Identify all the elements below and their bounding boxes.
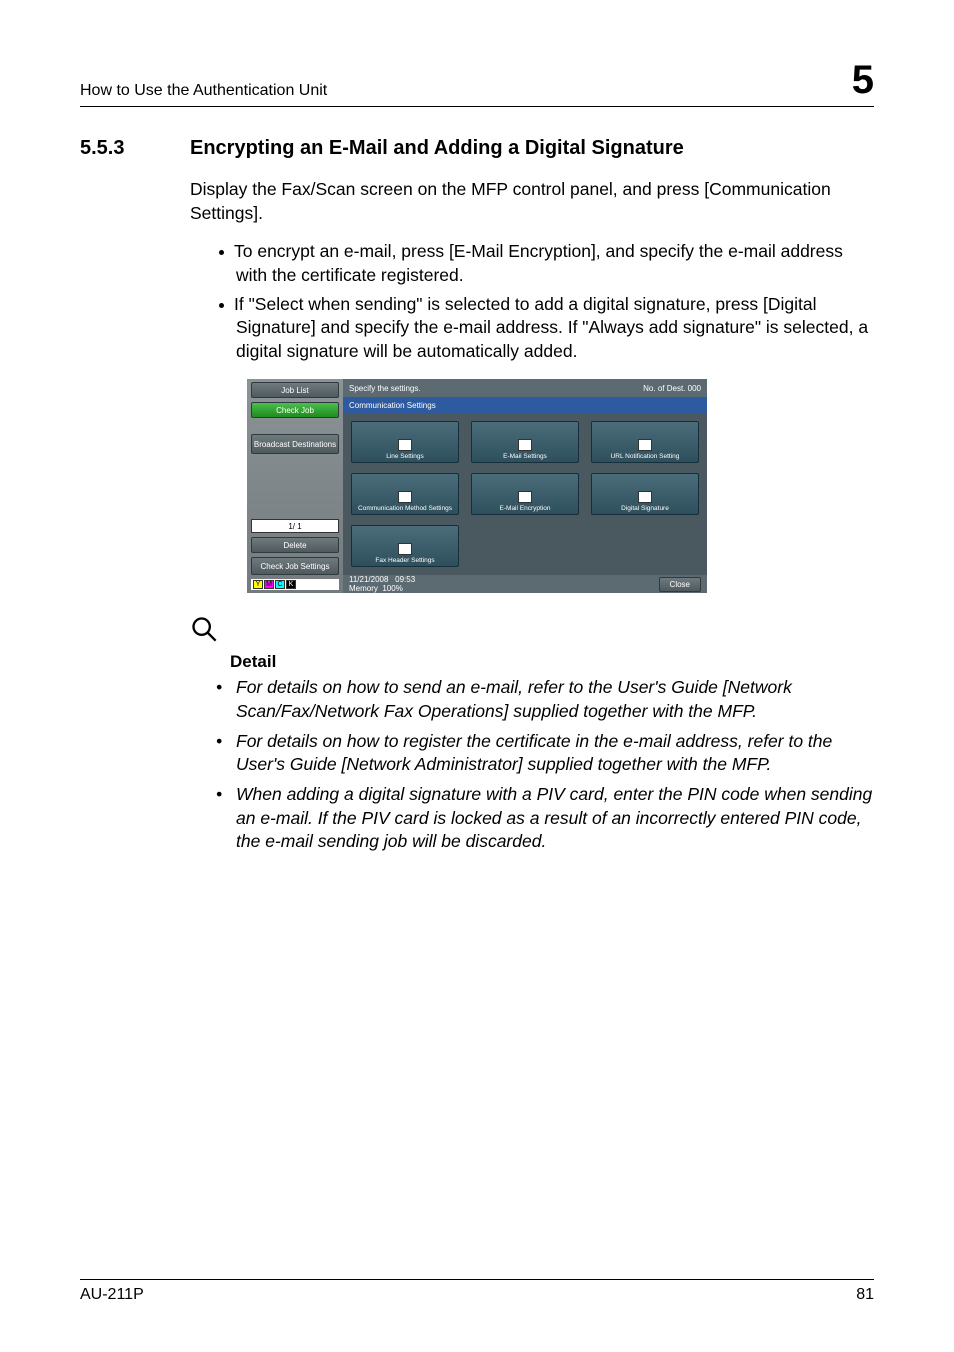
email-encryption-button[interactable]: E-Mail Encryption	[471, 473, 579, 515]
close-button[interactable]: Close	[659, 577, 701, 592]
dest-count: No. of Dest. 000	[643, 384, 701, 393]
section-title: Encrypting an E-Mail and Adding a Digita…	[190, 137, 684, 160]
email-icon	[518, 439, 532, 451]
prompt-text: Specify the settings.	[349, 384, 421, 393]
panel-title: Communication Settings	[343, 397, 707, 413]
chapter-number: 5	[852, 60, 874, 100]
intro-paragraph: Display the Fax/Scan screen on the MFP c…	[190, 178, 874, 225]
model-name: AU-211P	[80, 1286, 144, 1304]
page-indicator: 1/ 1	[251, 519, 339, 533]
control-panel-screenshot: Job List Check Job Broadcast Destination…	[247, 379, 707, 593]
lock-icon	[518, 491, 532, 503]
section-heading: 5.5.3 Encrypting an E-Mail and Adding a …	[80, 137, 874, 160]
instruction-item: To encrypt an e-mail, press [E-Mail Encr…	[236, 239, 874, 287]
delete-button[interactable]: Delete	[251, 537, 339, 553]
line-icon	[398, 439, 412, 451]
notify-icon	[638, 439, 652, 451]
line-settings-button[interactable]: Line Settings	[351, 421, 459, 463]
tab-job-list[interactable]: Job List	[251, 382, 339, 398]
method-icon	[398, 491, 412, 503]
tab-check-job-settings[interactable]: Check Job Settings	[251, 557, 339, 575]
detail-list: For details on how to send an e-mail, re…	[210, 676, 874, 853]
datetime: 11/21/2008 09:53 Memory 100%	[349, 575, 415, 593]
page-header: How to Use the Authentication Unit 5	[80, 60, 874, 107]
digital-signature-button[interactable]: Digital Signature	[591, 473, 699, 515]
fax-header-button[interactable]: Fax Header Settings	[351, 525, 459, 567]
instruction-item: If "Select when sending" is selected to …	[236, 292, 874, 364]
running-head: How to Use the Authentication Unit	[80, 82, 327, 100]
signature-icon	[638, 491, 652, 503]
instruction-list: To encrypt an e-mail, press [E-Mail Encr…	[210, 239, 874, 363]
detail-heading: Detail	[230, 652, 874, 672]
comm-method-button[interactable]: Communication Method Settings	[351, 473, 459, 515]
toner-indicator: Y M C K	[251, 579, 339, 590]
section-number: 5.5.3	[80, 137, 190, 160]
detail-item: For details on how to send an e-mail, re…	[210, 676, 874, 723]
fax-icon	[398, 543, 412, 555]
url-notification-button[interactable]: URL Notification Setting	[591, 421, 699, 463]
magnifier-icon	[190, 615, 874, 648]
email-settings-button[interactable]: E-Mail Settings	[471, 421, 579, 463]
tab-broadcast-destinations[interactable]: Broadcast Destinations	[251, 434, 339, 454]
tab-check-job[interactable]: Check Job	[251, 402, 339, 418]
page-footer: AU-211P 81	[80, 1279, 874, 1304]
detail-item: For details on how to register the certi…	[210, 730, 874, 777]
detail-item: When adding a digital signature with a P…	[210, 783, 874, 854]
page-number: 81	[856, 1286, 874, 1304]
